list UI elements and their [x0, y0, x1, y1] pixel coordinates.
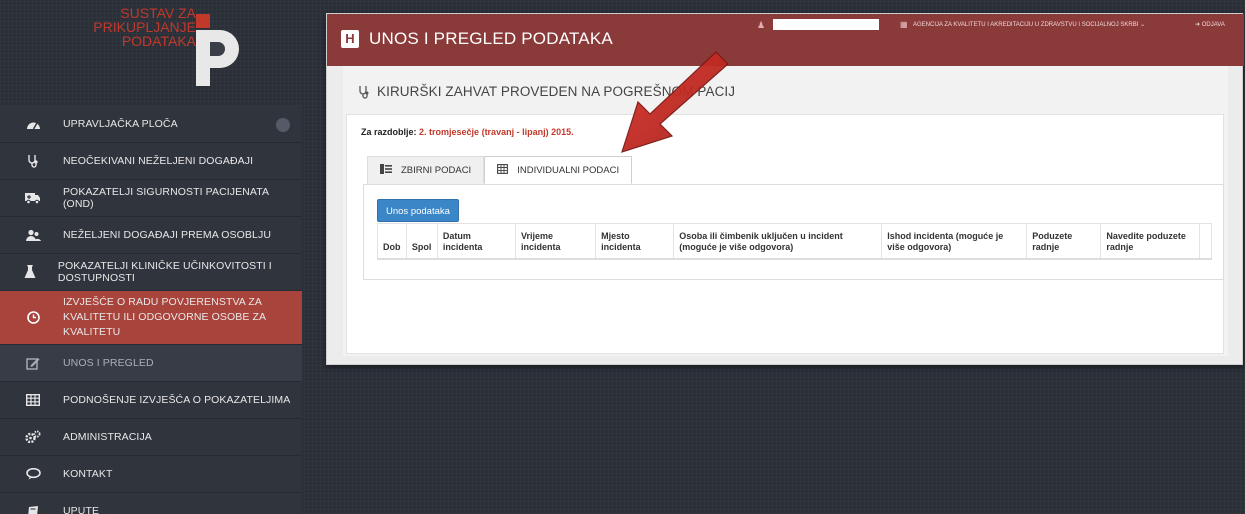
- logout-label: ODJAVA: [1201, 22, 1225, 28]
- column-header-involved-person[interactable]: Osoba ili čimbenik uključen u incident (…: [673, 223, 883, 260]
- tab-summary-data[interactable]: ZBIRNI PODACI: [367, 156, 485, 184]
- sidebar-item-label: UPUTE: [63, 505, 100, 514]
- sidebar-item-data-entry[interactable]: UNOS I PREGLED: [0, 345, 302, 382]
- sidebar-item-unexpected-events[interactable]: NEOČEKIVANI NEŽELJENI DOGAĐAJI: [0, 143, 302, 180]
- logo-line-1: SUSTAV ZA: [120, 5, 196, 21]
- column-header-incident-place[interactable]: Mjesto incidenta: [595, 223, 675, 260]
- table-icon: [497, 163, 509, 177]
- sidebar-item-label: POKAZATELJI KLINIČKE UČINKOVITOSTI I DOS…: [57, 260, 272, 284]
- column-header-actions-taken[interactable]: Poduzete radnje: [1026, 223, 1102, 260]
- data-panel: Za razdoblje: 2. tromjesečje (travanj - …: [346, 114, 1224, 354]
- column-header-extra: [1199, 223, 1213, 260]
- users-icon: [18, 229, 48, 242]
- building-icon: ▦: [900, 20, 908, 29]
- sidebar-item-label: ADMINISTRACIJA: [63, 431, 152, 443]
- logo[interactable]: SUSTAV ZA PRIKUPLJANJE PODATAKA: [0, 0, 302, 100]
- period-line: Za razdoblje: 2. tromjesečje (travanj - …: [361, 127, 574, 137]
- column-header-describe-actions[interactable]: Navedite poduzete radnje: [1100, 223, 1200, 260]
- dashboard-icon: [18, 118, 48, 130]
- user-icon: ♟: [757, 20, 766, 30]
- tab-label: ZBIRNI PODACI: [401, 165, 472, 176]
- tab-pane-individual: Unos podataka Dob Spol Datum incidenta V…: [363, 184, 1224, 280]
- sidebar-item-clinical-efficiency[interactable]: POKAZATELJI KLINIČKE UČINKOVITOSTI I DOS…: [0, 254, 302, 291]
- sidebar-item-contact[interactable]: KONTAKT: [0, 456, 302, 493]
- sidebar-item-label: NEOČEKIVANI NEŽELJENI DOGAĐAJI: [63, 155, 254, 167]
- tab-label: INDIVIDUALNI PODACI: [517, 164, 620, 176]
- clock-icon: [18, 311, 48, 324]
- edit-icon: [18, 357, 48, 370]
- tab-individual-data[interactable]: INDIVIDUALNI PODACI: [484, 156, 633, 184]
- period-value: 2. tromjesečje (travanj - lipanj) 2015.: [419, 127, 574, 137]
- book-icon: [18, 505, 48, 514]
- tab-bar: ZBIRNI PODACI INDIVIDUALNI PODACI: [367, 156, 633, 184]
- add-data-button[interactable]: Unos podataka: [377, 199, 459, 222]
- user-name-redacted[interactable]: [773, 19, 879, 30]
- sidebar-item-indicator-reports[interactable]: PODNOŠENJE IZVJEŠĆA O POKAZATELJIMA: [0, 382, 302, 419]
- sidebar-item-label: KONTAKT: [63, 468, 113, 480]
- ambulance-icon: [18, 192, 48, 204]
- column-header-incident-time[interactable]: Vrijeme incidenta: [515, 223, 597, 260]
- period-label: Za razdoblje:: [361, 127, 417, 137]
- sidebar-item-patient-safety[interactable]: POKAZATELJI SIGURNOSTI PACIJENATA (OND): [0, 180, 302, 217]
- agency-dropdown[interactable]: AGENCIJA ZA KVALITETU I AKREDITACIJU U Z…: [913, 21, 1145, 28]
- logo-line-3: PODATAKA: [121, 33, 196, 49]
- logo-line-2: PRIKUPLJANJE: [93, 19, 196, 35]
- logout-icon: ➜: [1195, 22, 1202, 28]
- collapse-toggle-icon[interactable]: [276, 118, 290, 132]
- stethoscope-icon: [359, 85, 369, 99]
- sidebar-item-quality-report[interactable]: IZVJEŠĆE O RADU POVJERENSTVA ZA KVALITET…: [0, 291, 302, 345]
- column-header-sex[interactable]: Spol: [406, 223, 438, 260]
- sidebar-item-dashboard[interactable]: UPRAVLJAČKA PLOČA: [0, 106, 302, 143]
- page-title: UNOS I PREGLED PODATAKA: [369, 29, 613, 48]
- chat-icon: [18, 468, 48, 480]
- column-header-incident-date[interactable]: Datum incidenta: [437, 223, 516, 260]
- chevron-down-icon: ⌄: [1140, 22, 1146, 28]
- logo-mark-icon: [196, 14, 239, 86]
- sidebar-item-label: POKAZATELJI SIGURNOSTI PACIJENATA (OND): [62, 186, 269, 210]
- cogs-icon: [18, 430, 48, 444]
- flask-icon: [18, 265, 43, 279]
- sidebar-item-label: UNOS I PREGLED: [63, 357, 154, 369]
- section-title-text: KIRURŠKI ZAHVAT PROVEDEN NA POGREŠNOM PA…: [377, 84, 736, 99]
- table-icon: [18, 394, 48, 406]
- sidebar: SUSTAV ZA PRIKUPLJANJE PODATAKA UPRAVLJA…: [0, 0, 302, 514]
- list-icon: [380, 164, 392, 177]
- sidebar-nav: UPRAVLJAČKA PLOČA NEOČEKIVANI NEŽELJENI …: [0, 106, 302, 514]
- section-title: KIRURŠKI ZAHVAT PROVEDEN NA POGREŠNOM PA…: [357, 84, 735, 99]
- sidebar-item-staff-events[interactable]: NEŽELJENI DOGAĐAJI PREMA OSOBLJU: [0, 217, 302, 254]
- hospital-icon: H: [341, 30, 359, 48]
- table-header-row: Dob Spol Datum incidenta Vrijeme inciden…: [377, 223, 1213, 260]
- sidebar-item-label: IZVJEŠĆE O RADU POVJERENSTVA ZA KVALITET…: [63, 296, 266, 338]
- sidebar-item-instructions[interactable]: UPUTE: [0, 493, 302, 514]
- column-header-age[interactable]: Dob: [377, 223, 407, 260]
- logout-link[interactable]: ➜ ODJAVA: [1195, 21, 1225, 28]
- logo-text: SUSTAV ZA PRIKUPLJANJE PODATAKA: [93, 6, 196, 48]
- sidebar-item-label: PODNOŠENJE IZVJEŠĆA O POKAZATELJIMA: [63, 394, 291, 406]
- stethoscope-icon: [18, 154, 48, 168]
- column-header-incident-outcome[interactable]: Ishod incidenta (moguće je više odgovora…: [881, 223, 1028, 260]
- main-card: H UNOS I PREGLED PODATAKA ♟ ▦ AGENCIJA Z…: [326, 13, 1244, 365]
- sidebar-item-label: NEŽELJENI DOGAĐAJI PREMA OSOBLJU: [63, 229, 271, 241]
- sidebar-item-label: UPRAVLJAČKA PLOČA: [63, 118, 178, 130]
- card-header: H UNOS I PREGLED PODATAKA ♟ ▦ AGENCIJA Z…: [327, 14, 1244, 66]
- agency-label: AGENCIJA ZA KVALITETU I AKREDITACIJU U Z…: [913, 22, 1139, 28]
- individual-data-table: Dob Spol Datum incidenta Vrijeme inciden…: [377, 223, 1213, 260]
- sidebar-item-administration[interactable]: ADMINISTRACIJA: [0, 419, 302, 456]
- content-area: KIRURŠKI ZAHVAT PROVEDEN NA POGREŠNOM PA…: [343, 66, 1228, 356]
